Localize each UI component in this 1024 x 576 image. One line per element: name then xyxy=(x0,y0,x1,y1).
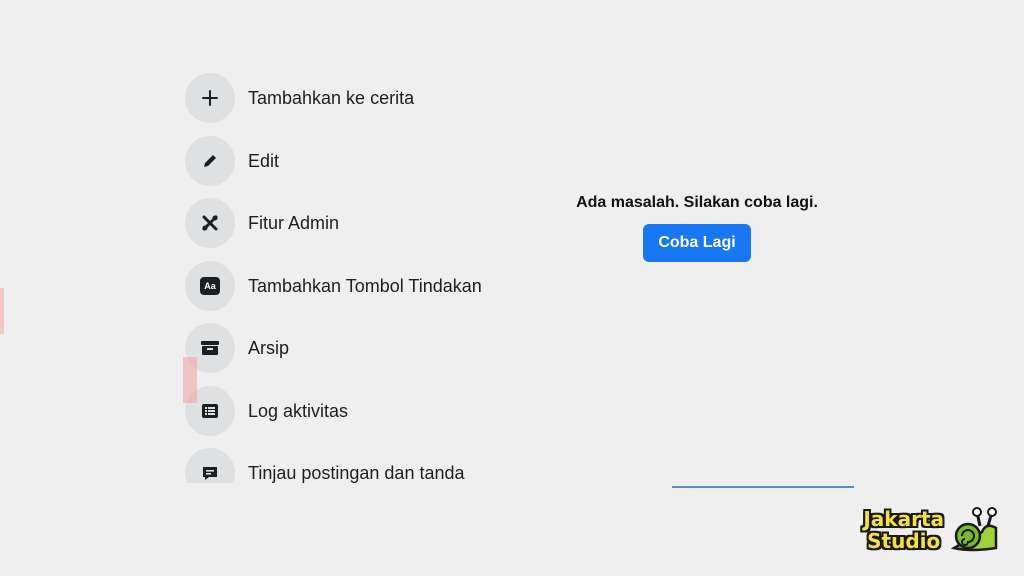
menu-item-edit[interactable]: Edit xyxy=(185,136,525,186)
menu-item-activity-log[interactable]: Log aktivitas xyxy=(185,386,525,436)
action-button-icon-text: Aa xyxy=(200,277,220,295)
left-edge-highlight xyxy=(0,288,4,334)
menu-item-add-to-story[interactable]: Tambahkan ke cerita xyxy=(185,73,525,123)
retry-button[interactable]: Coba Lagi xyxy=(643,224,751,262)
page-options-menu: Tambahkan ke cerita Edit Fitur Admin Aa … xyxy=(185,73,525,483)
drag-highlight xyxy=(183,357,197,403)
menu-item-label: Edit xyxy=(248,150,280,171)
snail-logo-icon xyxy=(950,507,998,552)
watermark-text: Jakarta Studio xyxy=(863,508,944,552)
review-icon xyxy=(185,448,235,483)
watermark-line2: Studio xyxy=(867,529,941,553)
menu-item-archive[interactable]: Arsip xyxy=(185,323,525,373)
action-button-icon: Aa xyxy=(185,261,235,311)
menu-item-label: Tambahkan Tombol Tindakan xyxy=(248,275,482,296)
pencil-icon xyxy=(185,136,235,186)
menu-item-label: Fitur Admin xyxy=(248,212,340,233)
error-panel: Ada masalah. Silakan coba lagi. Coba Lag… xyxy=(560,194,834,262)
menu-item-label: Tinjau postingan dan tanda xyxy=(248,462,465,483)
menu-item-add-action-button[interactable]: Aa Tambahkan Tombol Tindakan xyxy=(185,261,525,311)
error-message: Ada masalah. Silakan coba lagi. xyxy=(576,194,818,211)
underline-divider xyxy=(672,486,854,488)
menu-item-review-posts-tags[interactable]: Tinjau postingan dan tanda xyxy=(185,448,525,483)
menu-item-label: Tambahkan ke cerita xyxy=(248,87,415,108)
watermark-line1: Jakarta xyxy=(863,507,944,531)
plus-icon xyxy=(185,73,235,123)
jakarta-studio-watermark: Jakarta Studio xyxy=(863,506,1002,554)
tools-icon xyxy=(185,198,235,248)
menu-item-admin-tools[interactable]: Fitur Admin xyxy=(185,198,525,248)
menu-item-label: Arsip xyxy=(248,337,290,358)
menu-item-label: Log aktivitas xyxy=(248,400,349,421)
